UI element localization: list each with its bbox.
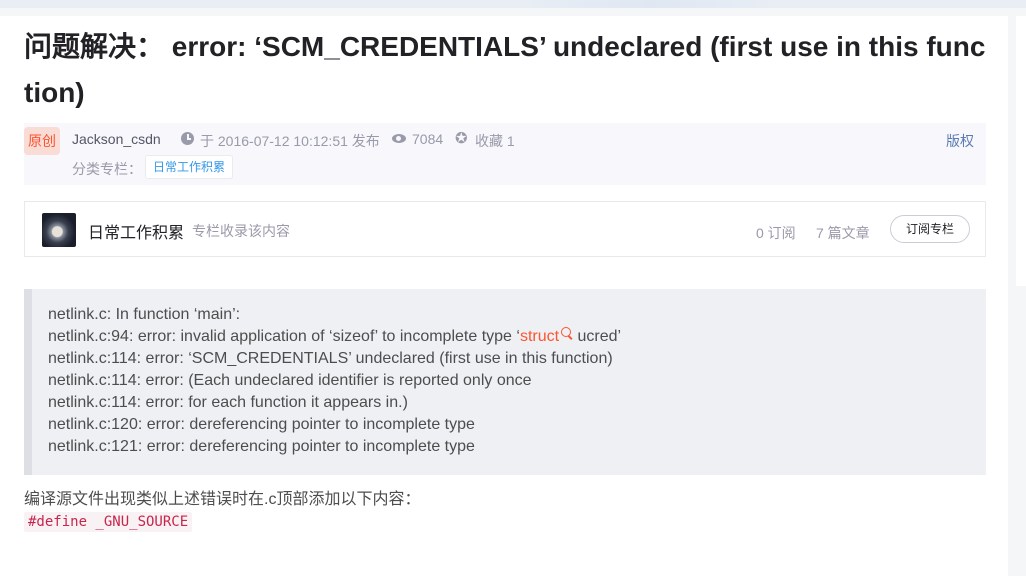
code-text: ucred’ (573, 328, 622, 345)
view-count: 7084 (412, 131, 444, 147)
category-label: 分类专栏： (72, 161, 142, 177)
code-line: netlink.c:114: error: for each function … (48, 394, 408, 411)
inline-code: #define _GNU_SOURCE (24, 512, 193, 532)
clock-icon (181, 132, 194, 145)
code-line: netlink.c:94: error: invalid application… (48, 326, 621, 348)
code-line: netlink.c:114: error: ‘SCM_CREDENTIALS’ … (48, 350, 613, 367)
category-tag[interactable]: 日常工作积累 (145, 155, 234, 179)
eye-icon (392, 134, 406, 143)
keyword-search-link[interactable]: struct (520, 328, 559, 345)
column-cover-image[interactable] (42, 213, 76, 247)
column-description: 专栏收录该内容 (192, 223, 290, 239)
author-link[interactable]: Jackson_csdn (72, 131, 161, 147)
body-paragraph: 编译源文件出现类似上述错误时在.c顶部添加以下内容： (24, 491, 421, 508)
code-line: netlink.c:120: error: dereferencing poin… (48, 416, 475, 433)
column-name[interactable]: 日常工作积累 (88, 219, 184, 243)
star-icon[interactable]: ✪ (455, 129, 468, 147)
code-line: netlink.c: In function ‘main’: (48, 306, 241, 323)
code-text: netlink.c:94: error: invalid application… (48, 328, 520, 345)
article-title: 问题解决： error: ‘SCM_CREDENTIALS’ undeclare… (24, 31, 986, 108)
column-subscriber-count: 0 订阅 (756, 225, 796, 241)
search-icon[interactable] (559, 327, 573, 341)
top-banner (0, 0, 1026, 8)
copyright-link[interactable]: 版权 (946, 131, 974, 151)
column-card: 日常工作积累 专栏收录该内容 0 订阅 7 篇文章 订阅专栏 (24, 201, 986, 257)
code-line: netlink.c:114: error: (Each undeclared i… (48, 372, 532, 389)
original-badge: 原创 (24, 127, 60, 155)
subscribe-column-button[interactable]: 订阅专栏 (890, 215, 970, 243)
right-sidebar-edge (1016, 16, 1026, 286)
publish-time: 于 2016-07-12 10:12:51 发布 (200, 133, 380, 149)
article-meta-bar: 原创 Jackson_csdn 于 2016-07-12 10:12:51 发布… (24, 123, 986, 185)
favorite-count[interactable]: 收藏 1 (475, 131, 515, 151)
column-article-count: 7 篇文章 (816, 225, 870, 241)
code-line: netlink.c:121: error: dereferencing poin… (48, 438, 475, 455)
code-block: netlink.c: In function ‘main’: netlink.c… (24, 289, 986, 475)
